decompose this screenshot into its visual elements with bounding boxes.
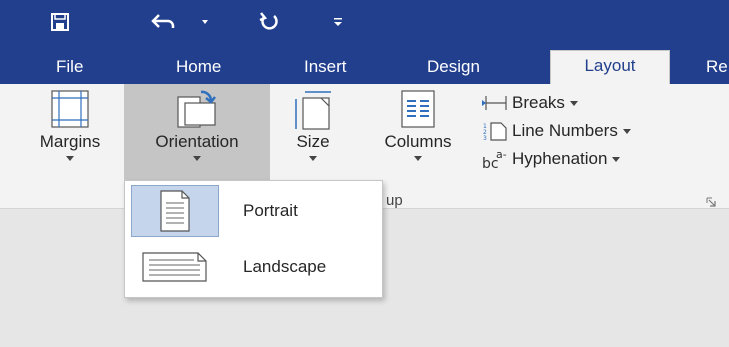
undo-button[interactable] — [150, 0, 178, 44]
size-label: Size — [296, 132, 330, 151]
hyphenation-icon: bc a- — [482, 148, 507, 170]
redo-icon — [259, 12, 278, 30]
page-setup-launcher-button[interactable] — [706, 194, 716, 208]
landscape-label: Landscape — [243, 257, 327, 276]
dialog-launcher-icon — [706, 197, 716, 207]
line-numbers-label: Line Numbers — [512, 121, 618, 140]
size-icon — [295, 91, 331, 130]
portrait-label: Portrait — [243, 201, 298, 220]
tab-home[interactable]: Home — [176, 52, 221, 84]
quick-access-toolbar — [0, 0, 729, 44]
columns-button[interactable]: Columns — [366, 84, 470, 181]
svg-text:a-: a- — [496, 148, 507, 161]
line-numbers-button[interactable]: 1 2 3 Line Numbers — [482, 118, 631, 144]
landscape-icon — [142, 252, 207, 282]
undo-icon — [151, 14, 175, 28]
chevron-down-icon — [622, 128, 631, 134]
ribbon-tabs: File Home Insert Design Layout Re — [0, 44, 729, 84]
menu-item-portrait[interactable]: Portrait — [131, 185, 376, 237]
save-icon — [51, 13, 69, 31]
tab-design[interactable]: Design — [427, 52, 480, 84]
orientation-button[interactable]: Orientation — [124, 84, 270, 181]
hyphenation-label: Hyphenation — [512, 149, 608, 168]
customize-qat-button[interactable] — [334, 0, 342, 44]
tab-insert[interactable]: Insert — [304, 52, 347, 84]
portrait-icon — [160, 190, 190, 232]
save-button[interactable] — [50, 0, 70, 44]
chevron-down-icon — [569, 100, 578, 106]
page-setup-group-label: up — [386, 192, 403, 209]
margins-button[interactable]: Margins — [18, 84, 122, 181]
customize-qat-icon — [334, 18, 342, 26]
svg-text:3: 3 — [483, 135, 487, 141]
menu-item-landscape[interactable]: Landscape — [131, 241, 376, 293]
orientation-menu: Portrait Landscape — [124, 180, 383, 298]
orientation-label: Orientation — [155, 132, 239, 151]
undo-dropdown-button[interactable] — [202, 0, 208, 44]
margins-label: Margins — [39, 132, 101, 151]
hyphenation-button[interactable]: bc a- Hyphenation — [482, 146, 621, 172]
orientation-icon — [177, 90, 216, 128]
columns-icon — [401, 90, 435, 128]
chevron-down-icon — [66, 156, 74, 161]
dropdown-arrow-icon — [202, 20, 208, 24]
columns-label: Columns — [384, 132, 452, 151]
breaks-label: Breaks — [512, 93, 565, 112]
tab-file[interactable]: File — [56, 52, 83, 84]
chevron-down-icon — [612, 156, 621, 162]
redo-button[interactable] — [258, 0, 280, 44]
breaks-button[interactable]: Breaks — [482, 90, 578, 116]
margins-icon — [51, 90, 89, 128]
breaks-icon — [482, 96, 507, 110]
tab-references[interactable]: Re — [706, 52, 728, 84]
line-numbers-icon: 1 2 3 — [483, 122, 507, 141]
chevron-down-icon — [309, 156, 317, 161]
tab-layout[interactable]: Layout — [550, 50, 670, 84]
chevron-down-icon — [414, 156, 422, 161]
size-button[interactable]: Size — [282, 84, 344, 181]
chevron-down-icon — [193, 156, 201, 161]
